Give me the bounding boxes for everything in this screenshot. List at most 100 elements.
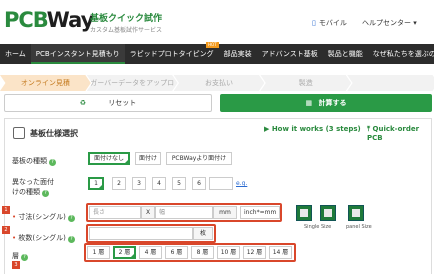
- board-type-option-pcbway-panel[interactable]: PCBWayより面付け: [166, 152, 232, 165]
- chevron-down-icon: ▾: [413, 19, 417, 27]
- step-item: 製造: [260, 75, 352, 91]
- nav-item-label: アドバンスト基板: [261, 50, 318, 58]
- layers-label: 層?: [12, 251, 28, 261]
- layer-option[interactable]: 4 層: [139, 246, 162, 259]
- nav-item-label: 製品と機能: [327, 50, 363, 58]
- quantity-unit: 枚: [193, 227, 213, 240]
- size-text: 寸法(シングル): [18, 213, 66, 221]
- designs-option[interactable]: 2: [112, 177, 126, 190]
- designs-option[interactable]: 3: [132, 177, 146, 190]
- nav-item-label: 部品実装: [223, 50, 252, 58]
- label-line2: けの種類?: [12, 187, 54, 197]
- reset-button[interactable]: ♻ リセット: [4, 94, 212, 112]
- length-input[interactable]: 長さ: [89, 206, 141, 219]
- board-type-label: 基板の種類?: [12, 156, 56, 166]
- layer-option[interactable]: 8 層: [191, 246, 214, 259]
- nav-item[interactable]: 部品実装: [219, 44, 257, 64]
- size-unit: mm: [213, 206, 237, 219]
- marker-1: 1: [2, 206, 10, 214]
- board-type-option-panel[interactable]: 面付け: [135, 152, 161, 165]
- layer-option[interactable]: 1 層: [87, 246, 110, 259]
- quick-order-link[interactable]: ⤒ Quick-order PCB: [367, 125, 434, 142]
- logo-way: Way: [46, 8, 95, 32]
- nav-item[interactable]: アドバンスト基板: [257, 44, 323, 64]
- how-it-works-label: How it works (3 steps): [271, 125, 361, 133]
- quantity-input[interactable]: [89, 227, 193, 240]
- board-type-text: 基板の種類: [12, 157, 47, 165]
- upload-icon: ⤒: [367, 125, 371, 133]
- designs-custom-input[interactable]: [209, 177, 233, 190]
- nav-item-label: PCBインスタント見積もり: [35, 50, 120, 58]
- required-icon: •: [12, 213, 17, 221]
- label-line2-text: けの種類: [12, 188, 40, 196]
- nav-item[interactable]: 製品と機能: [323, 44, 368, 64]
- designs-option[interactable]: 1: [88, 177, 104, 190]
- progress-steps: オンライン見積 ガーバーデータをアップロ お支払い 製造: [0, 75, 434, 93]
- panel-board-image: [348, 205, 364, 221]
- size-label: • 寸法(シングル)?: [12, 212, 75, 222]
- help-icon[interactable]: ?: [67, 236, 75, 243]
- main-nav: ホーム PCBインスタント見積もり ラピッドプロトタイピング HOT 部品実装 アドバンス…: [0, 42, 434, 64]
- help-label: ヘルプセンター: [362, 19, 411, 27]
- option-label: 面付け: [138, 155, 157, 162]
- label-line1: 異なった面付: [12, 178, 54, 186]
- different-designs-label: 異なった面付 けの種類?: [12, 177, 54, 197]
- step-item: ガーバーデータをアップロ: [86, 75, 178, 91]
- site-subtitle: カスタム基板試作サービス: [90, 27, 163, 34]
- nav-item-label: ホーム: [5, 50, 26, 58]
- section-title: 基板仕様選択: [30, 129, 78, 138]
- nav-item-label: ラピッドプロトタイピング: [129, 50, 214, 58]
- help-icon[interactable]: ?: [42, 190, 49, 197]
- panel-size-caption: panel Size: [346, 224, 372, 230]
- single-board-image-2: [320, 205, 336, 221]
- calculate-button[interactable]: ▦ 計算する: [220, 94, 432, 112]
- how-it-works-link[interactable]: ▶ How it works (3 steps): [264, 125, 361, 133]
- layer-option[interactable]: 2 層: [113, 246, 136, 259]
- logo-pcb: PCB: [4, 8, 48, 32]
- nav-item[interactable]: ラピッドプロトタイピング HOT: [125, 42, 219, 64]
- nav-item[interactable]: PCBインスタント見積もり: [30, 44, 125, 64]
- single-board-image-1: [296, 205, 312, 221]
- inch-conversion-input[interactable]: inch*=mm: [240, 206, 280, 219]
- step-item: オンライン見積: [0, 75, 91, 91]
- width-input[interactable]: 幅: [155, 206, 213, 219]
- layer-option[interactable]: 10 層: [217, 246, 240, 259]
- calculate-label: 計算する: [318, 99, 347, 107]
- times-sign: X: [141, 206, 155, 219]
- step-item: [347, 75, 434, 91]
- marker-3: 3: [12, 261, 20, 269]
- help-center-link[interactable]: ヘルプセンター ▾: [362, 18, 417, 28]
- help-icon[interactable]: ?: [21, 254, 28, 261]
- reset-label: リセット: [108, 99, 137, 107]
- option-label: PCBWayより面付け: [171, 155, 227, 162]
- nav-item[interactable]: なぜ私たちを選ぶのか: [368, 44, 434, 64]
- quantity-text: 枚数(シングル): [18, 234, 66, 242]
- quick-order-label: Quick-order PCB: [367, 125, 420, 142]
- site-title: 基板クイック試作: [90, 14, 163, 24]
- board-type-option-single[interactable]: 面付けなし: [88, 152, 130, 165]
- mobile-label: モバイル: [318, 19, 347, 27]
- mobile-link[interactable]: ▯ モバイル: [312, 18, 347, 28]
- option-label: 面付けなし: [93, 155, 124, 162]
- step-item: お支払い: [173, 75, 265, 91]
- layer-option[interactable]: 6 層: [165, 246, 188, 259]
- pcbway-logo[interactable]: PCBWay: [4, 8, 95, 32]
- layer-option[interactable]: 12 層: [243, 246, 266, 259]
- designs-option[interactable]: 6: [192, 177, 206, 190]
- calculator-icon: ▦: [305, 99, 313, 107]
- required-icon: •: [12, 234, 17, 242]
- layers-text: 層: [12, 252, 19, 260]
- help-icon[interactable]: ?: [67, 215, 75, 222]
- hot-badge: HOT: [205, 42, 219, 48]
- quantity-label: • 枚数(シングル)?: [12, 233, 75, 243]
- layer-option[interactable]: 14 層: [269, 246, 292, 259]
- mobile-icon: ▯: [312, 19, 316, 27]
- nav-item[interactable]: ホーム: [0, 44, 31, 64]
- help-icon[interactable]: ?: [49, 159, 56, 166]
- board-icon: [13, 127, 25, 139]
- example-link[interactable]: e.g.: [236, 180, 247, 187]
- marker-2: 2: [2, 226, 10, 234]
- designs-option[interactable]: 5: [172, 177, 186, 190]
- designs-option[interactable]: 4: [152, 177, 166, 190]
- recycle-icon: ♻: [79, 99, 87, 107]
